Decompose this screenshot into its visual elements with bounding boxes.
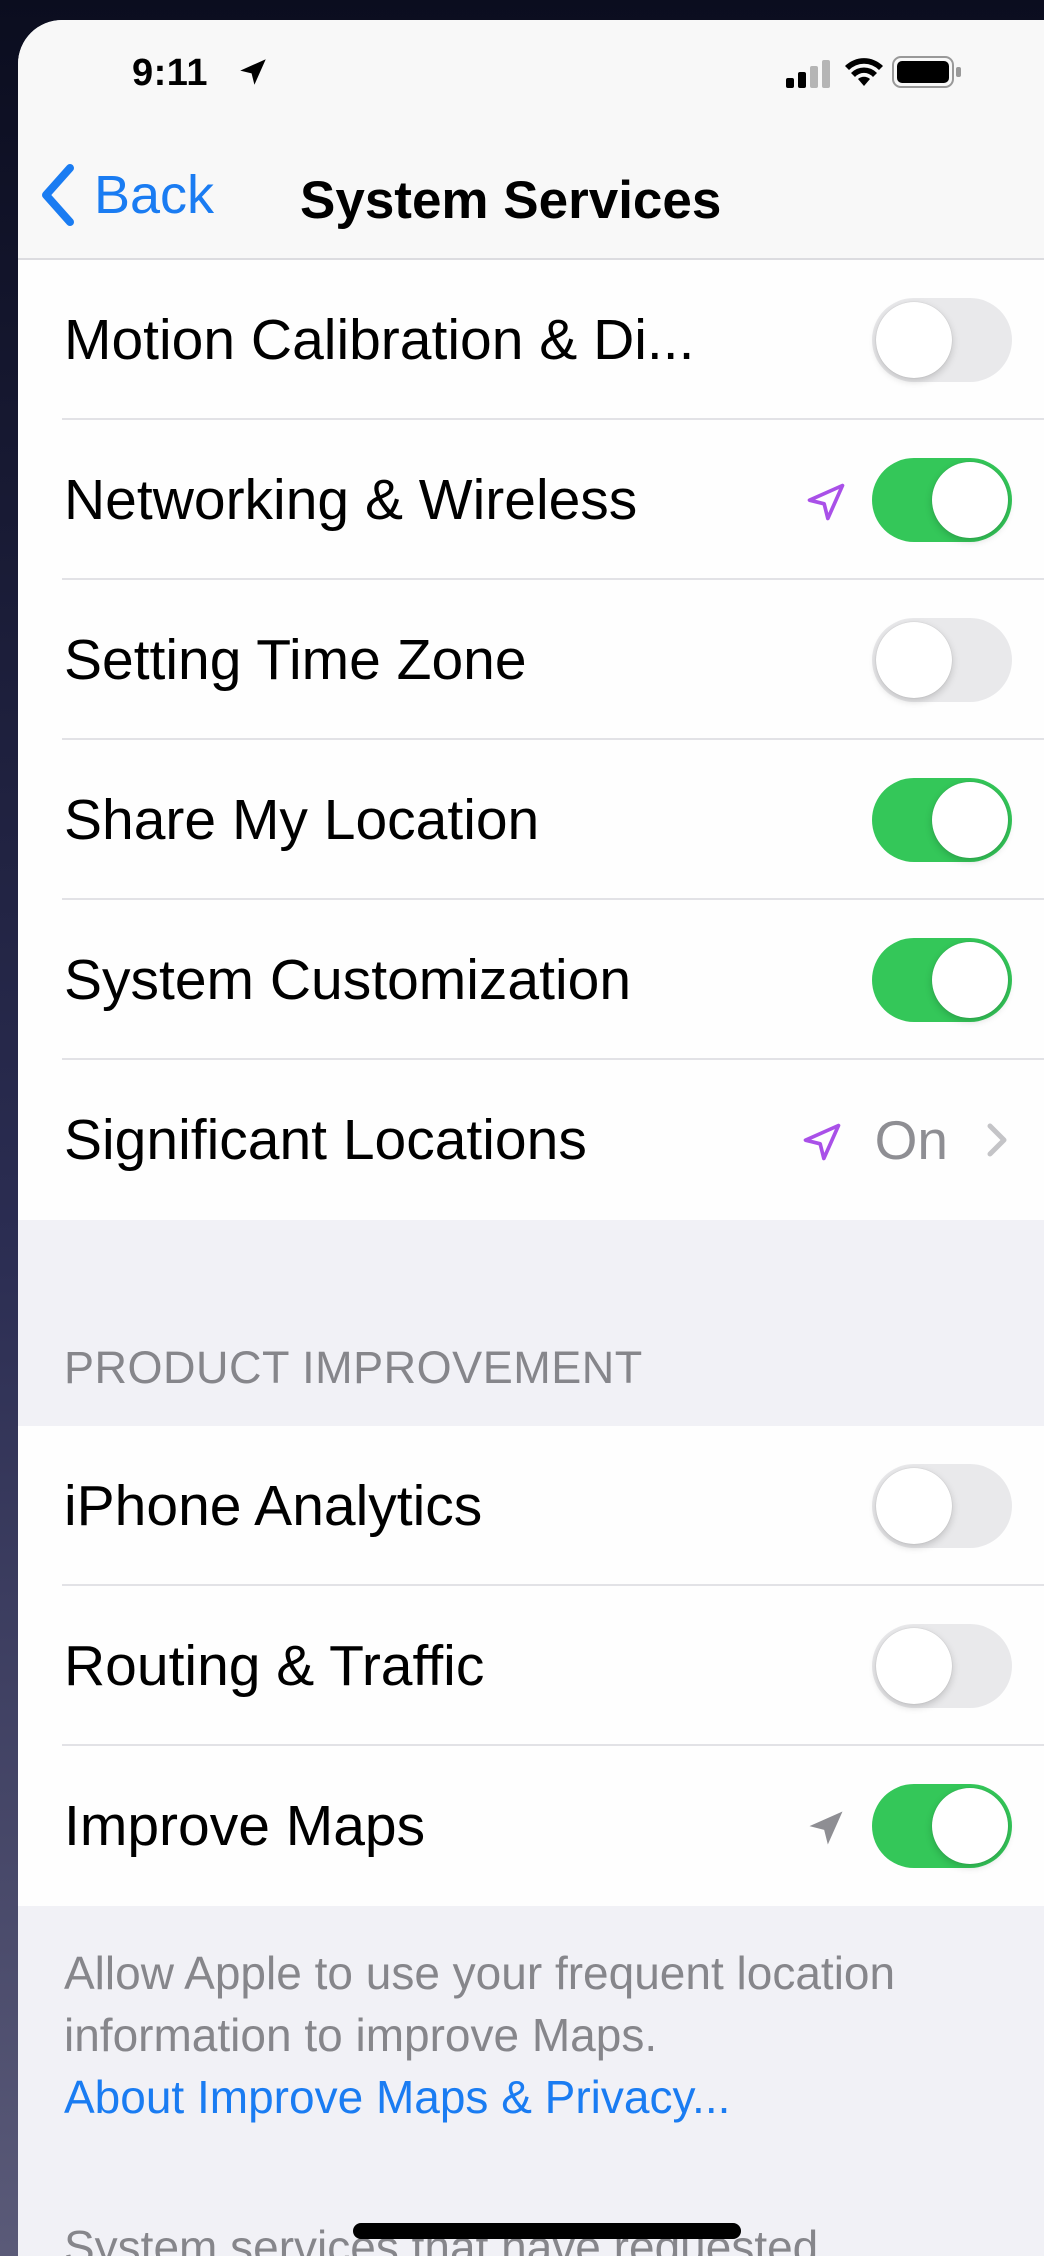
status-bar: 9:11 <box>18 20 1044 140</box>
improve-maps-toggle[interactable] <box>872 1784 1012 1868</box>
row-label: Improve Maps <box>64 1794 426 1858</box>
wifi-icon <box>845 58 883 86</box>
list-item-system-customization: System Customization <box>18 900 1044 1060</box>
screen: 9:11 Back System Services Motion Calibra… <box>18 20 1044 2256</box>
list-item-setting-time-zone: Setting Time Zone <box>18 580 1044 740</box>
back-button[interactable]: Back <box>40 160 214 230</box>
row-label: Motion Calibration & Di... <box>64 308 695 372</box>
toggle-knob <box>876 622 952 698</box>
location-arrow-icon <box>803 1123 841 1161</box>
list-item-motion-calibration: Motion Calibration & Di... <box>18 260 1044 420</box>
list-item-significant-locations[interactable]: Significant Locations On <box>18 1060 1044 1220</box>
list-item-iphone-analytics: iPhone Analytics <box>18 1426 1044 1586</box>
status-time: 9:11 <box>132 52 208 94</box>
row-label: Setting Time Zone <box>64 628 527 692</box>
location-arrow-icon <box>807 483 845 521</box>
toggle-knob <box>932 782 1008 858</box>
section-footer: Allow Apple to use your frequent locatio… <box>64 1942 1024 2128</box>
toggle-knob <box>932 462 1008 538</box>
toggle-knob <box>932 1788 1008 1864</box>
system-services-list: Motion Calibration & Di... Networking & … <box>18 260 1044 1220</box>
row-value: On <box>874 1109 948 1171</box>
location-services-icon <box>240 59 266 85</box>
page-title: System Services <box>300 171 722 230</box>
toggle-knob <box>876 1468 952 1544</box>
row-label: System Customization <box>64 948 632 1012</box>
row-label: Networking & Wireless <box>64 468 638 532</box>
list-item-share-my-location: Share My Location <box>18 740 1044 900</box>
motion-calibration-toggle[interactable] <box>872 298 1012 382</box>
footer-text: Allow Apple to use your frequent locatio… <box>64 1947 896 2061</box>
row-label: Significant Locations <box>64 1108 587 1172</box>
battery-icon <box>892 56 961 88</box>
section-header: PRODUCT IMPROVEMENT <box>64 1342 643 1393</box>
cellular-signal-icon <box>786 60 830 88</box>
about-improve-maps-link[interactable]: About Improve Maps & Privacy... <box>64 2066 1024 2128</box>
routing-traffic-toggle[interactable] <box>872 1624 1012 1708</box>
row-label: Routing & Traffic <box>64 1634 485 1698</box>
toggle-knob <box>876 302 952 378</box>
iphone-analytics-toggle[interactable] <box>872 1464 1012 1548</box>
chevron-right-icon <box>987 1123 1007 1157</box>
share-my-location-toggle[interactable] <box>872 778 1012 862</box>
back-label: Back <box>94 165 215 225</box>
list-item-routing-traffic: Routing & Traffic <box>18 1586 1044 1746</box>
list-item-improve-maps: Improve Maps <box>18 1746 1044 1906</box>
list-item-networking-wireless: Networking & Wireless <box>18 420 1044 580</box>
setting-time-zone-toggle[interactable] <box>872 618 1012 702</box>
networking-wireless-toggle[interactable] <box>872 458 1012 542</box>
row-label: iPhone Analytics <box>64 1474 483 1538</box>
home-indicator[interactable] <box>353 2223 741 2239</box>
toggle-knob <box>932 942 1008 1018</box>
chevron-left-icon <box>42 164 74 226</box>
product-improvement-list: iPhone Analytics Routing & Traffic Impro… <box>18 1426 1044 1906</box>
row-label: Share My Location <box>64 788 540 852</box>
navigation-bar: Back System Services <box>18 130 1044 260</box>
location-arrow-icon <box>809 1811 843 1845</box>
toggle-knob <box>876 1628 952 1704</box>
system-customization-toggle[interactable] <box>872 938 1012 1022</box>
